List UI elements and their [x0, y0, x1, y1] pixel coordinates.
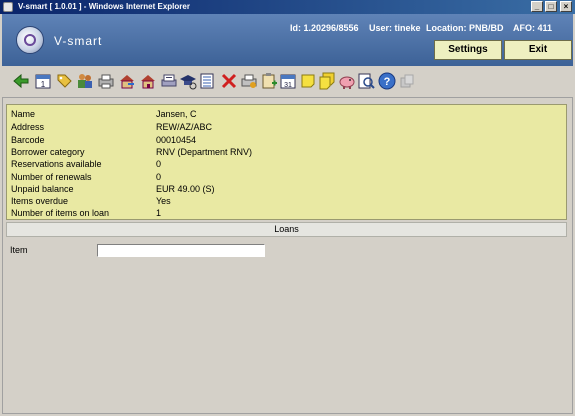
house-icon[interactable] [139, 72, 157, 90]
detail-value: Jansen, C [156, 109, 197, 119]
detail-label: Items overdue [11, 196, 69, 206]
svg-text:31: 31 [284, 82, 292, 89]
svg-text:?: ? [384, 76, 391, 88]
users-icon[interactable] [76, 72, 94, 90]
item-input[interactable] [97, 244, 265, 257]
logo-text: V-smart [54, 34, 103, 48]
delete-x-icon[interactable] [220, 72, 238, 90]
borrower-details: Name Jansen, C Address REW/AZ/ABC Barcod… [6, 104, 567, 220]
tag-icon[interactable] [55, 72, 73, 90]
loans-section-header: Loans [6, 222, 567, 237]
notes-icon[interactable] [318, 72, 336, 90]
detail-value: 0 [156, 159, 162, 169]
detail-value: 0 [156, 172, 162, 182]
item-label: Item [10, 245, 28, 255]
note-icon[interactable] [299, 72, 317, 90]
vsmart-logo-icon [16, 26, 44, 54]
detail-value: REW/AZ/ABC [156, 122, 213, 132]
calendar-icon[interactable]: 1 [34, 72, 52, 90]
session-id: Id: 1.20296/8556 [290, 23, 359, 33]
disabled-icon [400, 74, 414, 88]
detail-label: Unpaid balance [11, 184, 74, 194]
detail-value: RNV (Department RNV) [156, 147, 253, 157]
detail-value: 00010454 [156, 135, 197, 145]
close-icon[interactable]: × [560, 1, 572, 12]
detail-label: Number of items on loan [11, 208, 110, 218]
maximize-icon[interactable]: □ [545, 1, 557, 12]
detail-label: Name [11, 109, 36, 119]
search-document-icon[interactable] [357, 72, 375, 90]
window-title-bar: V-smart [ 1.0.01 ] - Windows Internet Ex… [0, 0, 575, 14]
session-afo: AFO: 411 [513, 23, 553, 33]
app-header: V-smart Id: 1.20296/8556 User: tineke Lo… [2, 14, 573, 66]
detail-label: Number of renewals [11, 172, 92, 182]
exit-button[interactable]: Exit [504, 40, 572, 60]
detail-label: Borrower category [11, 147, 85, 157]
house-arrow-icon[interactable] [118, 72, 136, 90]
clipboard-add-icon[interactable] [260, 72, 278, 90]
detail-value: EUR 49.00 (S) [156, 184, 215, 194]
calendar-31-icon[interactable]: 31 [279, 72, 297, 90]
back-arrow-icon[interactable] [12, 72, 30, 90]
print-icon[interactable] [97, 72, 115, 90]
piggy-bank-icon[interactable] [338, 72, 356, 90]
session-location: Location: PNB/BD [426, 23, 504, 33]
detail-label: Reservations available [11, 159, 102, 169]
svg-text:1: 1 [41, 80, 46, 89]
minimize-icon[interactable]: _ [531, 1, 543, 12]
graduation-icon[interactable] [179, 72, 197, 90]
print-settings-icon[interactable] [240, 72, 258, 90]
app-icon [3, 2, 13, 12]
printer-stack-icon[interactable] [160, 72, 178, 90]
detail-value: 1 [156, 208, 162, 218]
session-user: User: tineke [369, 23, 421, 33]
detail-value: Yes [156, 196, 171, 206]
toolbar: 1 31 ? [2, 66, 573, 96]
list-icon[interactable] [198, 72, 216, 90]
detail-label: Barcode [11, 135, 45, 145]
detail-label: Address [11, 122, 45, 132]
settings-button[interactable]: Settings [434, 40, 502, 60]
window-title: V-smart [ 1.0.01 ] - Windows Internet Ex… [18, 2, 190, 11]
help-icon[interactable]: ? [378, 72, 396, 90]
